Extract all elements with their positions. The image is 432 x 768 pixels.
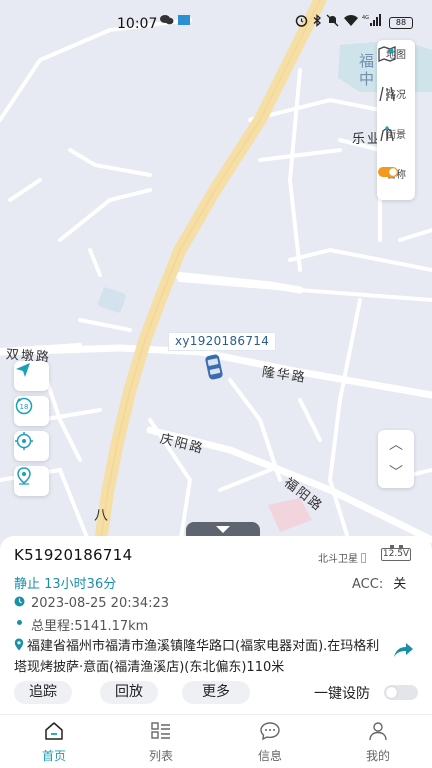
nav-list-label: 列表 xyxy=(148,749,173,763)
arm-toggle[interactable] xyxy=(384,685,418,700)
playback-speed-button[interactable]: 18 xyxy=(14,396,49,426)
list-icon xyxy=(150,722,172,745)
nav-messages[interactable]: 信息 xyxy=(235,721,305,764)
bottom-nav: 首页 列表 信息 我的 xyxy=(0,714,432,768)
signal-bar-icon xyxy=(361,553,367,563)
map-view[interactable]: 福 溪 中 学 乐业 双墩路 隆华路 庆阳路 福阳路 八 xy192018671… xyxy=(0,0,432,545)
vehicle-label[interactable]: xy1920186714 xyxy=(168,332,277,351)
chevron-down-icon: ﹀ xyxy=(389,465,403,481)
timestamp: 2023-08-25 20:34:23 xyxy=(31,596,170,611)
share-button[interactable] xyxy=(392,641,414,663)
layer-street-view-button[interactable]: 街景 xyxy=(377,125,415,142)
navigate-button[interactable] xyxy=(14,361,49,391)
signal-type: 北斗卫星 xyxy=(318,550,367,565)
acc-value: 关 xyxy=(393,577,407,592)
address-text: 福建省福州市福清市渔溪镇隆华路口(福家电器对面).在玛格利塔现烤披萨·意面(福清… xyxy=(14,639,380,675)
nav-messages-label: 信息 xyxy=(257,749,282,763)
more-button[interactable]: 更多 xyxy=(182,681,250,704)
layer-names-toggle[interactable]: 名称 xyxy=(377,165,415,181)
nav-home[interactable]: 首页 xyxy=(19,721,89,764)
acc-status: ACC: 关 xyxy=(352,573,406,592)
share-arrow-icon xyxy=(392,643,414,663)
nav-home-label: 首页 xyxy=(41,749,66,763)
nav-list[interactable]: 列表 xyxy=(126,721,196,764)
address-row: 福建省福州市福清市渔溪镇隆华路口(福家电器对面).在玛格利塔现烤披萨·意面(福清… xyxy=(14,637,382,678)
alarm-icon xyxy=(295,14,308,31)
locate-button[interactable] xyxy=(14,431,49,461)
svg-text:18: 18 xyxy=(20,403,29,411)
nav-profile[interactable]: 我的 xyxy=(343,721,413,764)
playback-button[interactable]: 回放 xyxy=(100,681,158,704)
vehicle-plate: K51920186714 xyxy=(14,546,133,564)
status-time: 10:07 xyxy=(117,16,158,32)
status-bar: 10:07 4G 88 xyxy=(0,0,432,48)
mute-icon xyxy=(326,14,339,31)
arm-label: 一键设防 xyxy=(314,686,370,702)
wechat-icon xyxy=(160,14,174,30)
battery-level: 88 xyxy=(395,18,407,27)
dot-icon xyxy=(14,617,25,632)
clock-icon xyxy=(14,596,25,611)
map-layer-panel: 地图 路况 街景 名称 xyxy=(377,40,415,200)
location-pin-button[interactable] xyxy=(14,466,49,496)
layer-traffic-button[interactable]: 路况 xyxy=(377,85,415,102)
user-icon xyxy=(367,722,389,745)
wifi-icon xyxy=(343,14,359,31)
vehicle-status: 静止 13小时36分 xyxy=(14,577,117,592)
battery-voltage-badge: 12.5V xyxy=(381,545,411,561)
home-icon xyxy=(43,722,65,745)
signal-type-label: 北斗卫星 xyxy=(318,554,358,565)
track-button[interactable]: 追踪 xyxy=(14,681,72,704)
zoom-panel: ︿ ﹀ xyxy=(378,430,414,488)
signal-icon: 4G xyxy=(362,14,382,31)
message-icon xyxy=(259,722,281,745)
nav-profile-label: 我的 xyxy=(365,749,390,763)
chevron-up-icon: ︿ xyxy=(389,437,403,453)
location-pin-icon xyxy=(14,638,24,658)
zoom-up-button[interactable]: ︿ xyxy=(378,431,414,460)
app-notification-icon xyxy=(178,14,190,30)
collapse-panel-button[interactable] xyxy=(186,522,260,537)
zoom-down-button[interactable]: ﹀ xyxy=(378,459,414,488)
map-road-label-eight: 八 xyxy=(94,508,110,524)
svg-text:4G: 4G xyxy=(362,15,369,21)
timestamp-row: 2023-08-25 20:34:23 xyxy=(14,596,169,611)
mileage-row: 总里程:5141.17km xyxy=(14,615,148,634)
vehicle-info-panel: K51920186714 北斗卫星 12.5V 静止 13小时36分 ACC: 关… xyxy=(0,536,432,714)
acc-label: ACC: xyxy=(352,577,384,592)
bluetooth-icon xyxy=(312,14,322,31)
total-mileage: 总里程:5141.17km xyxy=(31,619,149,634)
battery-icon: 88 xyxy=(389,17,413,29)
